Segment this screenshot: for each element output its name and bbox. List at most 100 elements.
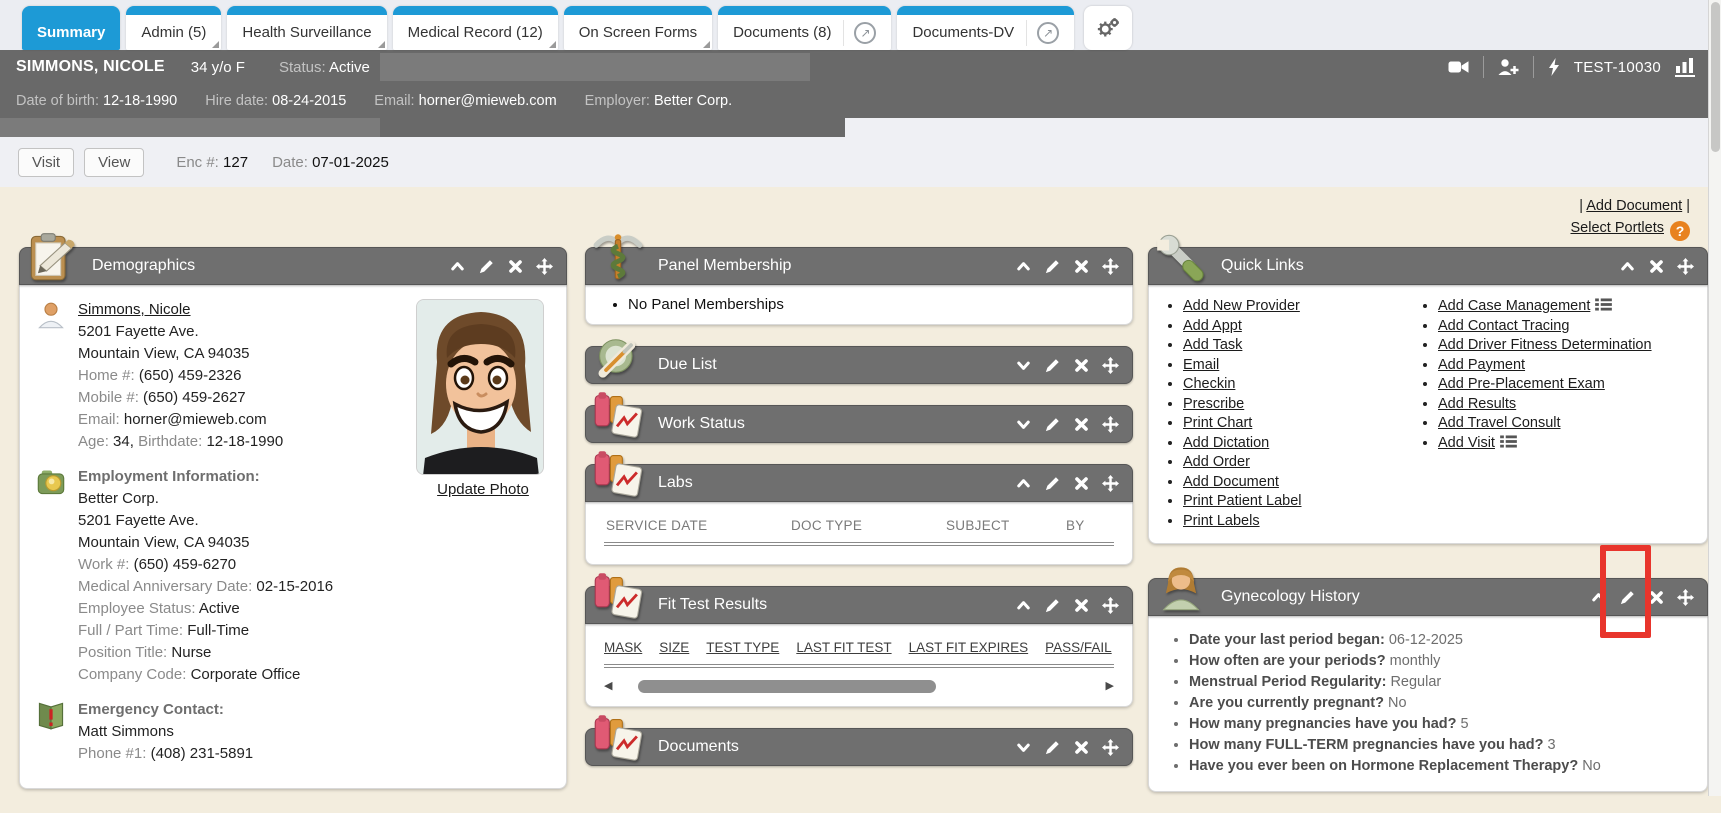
vertical-scrollbar-thumb[interactable] xyxy=(1711,2,1720,152)
select-portlets-link[interactable]: Select Portlets xyxy=(1571,220,1665,236)
edit-button[interactable] xyxy=(1044,475,1061,492)
move-handle[interactable] xyxy=(1102,357,1119,374)
edit-button[interactable] xyxy=(1044,357,1061,374)
add-document-link[interactable]: Add Document xyxy=(1586,198,1682,214)
patient-name-link[interactable]: Simmons, Nicole xyxy=(78,301,191,318)
fit-col-pass-fail[interactable]: PASS/FAIL xyxy=(1045,640,1112,655)
expand-button[interactable] xyxy=(1015,357,1032,374)
tab-on-screen-forms[interactable]: On Screen Forms xyxy=(564,6,712,50)
move-handle[interactable] xyxy=(1102,258,1119,275)
add-contact-tracing-link[interactable]: Add Contact Tracing xyxy=(1438,318,1569,334)
close-button[interactable] xyxy=(1073,597,1090,614)
help-icon[interactable]: ? xyxy=(1670,221,1690,241)
expand-button[interactable] xyxy=(1015,416,1032,433)
quick-links-col2: Add Case Management Add Contact Tracing … xyxy=(1410,297,1700,531)
scroll-right-icon[interactable]: ▶ xyxy=(1106,678,1114,694)
fit-col-mask[interactable]: MASK xyxy=(604,640,642,655)
labs-col-by: BY xyxy=(1066,518,1112,533)
move-handle[interactable] xyxy=(1677,589,1694,606)
add-person-icon[interactable] xyxy=(1498,58,1519,76)
print-chart-link[interactable]: Print Chart xyxy=(1183,415,1252,431)
portlet-quick-links: Quick Links Add New Provider Add Appt Ad… xyxy=(1148,247,1708,544)
print-labels-link[interactable]: Print Labels xyxy=(1183,513,1260,529)
scroll-left-icon[interactable]: ◀ xyxy=(604,678,612,694)
add-appt-link[interactable]: Add Appt xyxy=(1183,318,1242,334)
edit-button[interactable] xyxy=(1044,416,1061,433)
list-grid-icon[interactable] xyxy=(1500,435,1517,448)
print-patient-label-link[interactable]: Print Patient Label xyxy=(1183,493,1302,509)
close-button[interactable] xyxy=(1073,357,1090,374)
add-driver-fitness-link[interactable]: Add Driver Fitness Determination xyxy=(1438,337,1652,353)
answer: 5 xyxy=(1461,716,1469,732)
fit-col-last-fit-expires[interactable]: LAST FIT EXPIRES xyxy=(909,640,1029,655)
add-dictation-link[interactable]: Add Dictation xyxy=(1183,435,1269,451)
add-order-link[interactable]: Add Order xyxy=(1183,454,1250,470)
edit-button[interactable] xyxy=(1044,258,1061,275)
move-icon xyxy=(1102,475,1119,492)
move-handle[interactable] xyxy=(536,258,553,275)
patient-age-sex: 34 y/o F xyxy=(191,59,245,76)
email-value: horner@mieweb.com xyxy=(124,411,267,428)
add-travel-consult-link[interactable]: Add Travel Consult xyxy=(1438,415,1561,431)
popout-arrow-icon[interactable]: ↗ xyxy=(854,22,876,44)
visit-button[interactable]: Visit xyxy=(18,148,74,177)
video-call-icon[interactable] xyxy=(1448,60,1469,74)
view-button[interactable]: View xyxy=(84,148,144,177)
tab-admin[interactable]: Admin (5) xyxy=(126,6,221,50)
horizontal-scrollbar[interactable]: ◀ ▶ xyxy=(604,678,1114,694)
prescribe-link[interactable]: Prescribe xyxy=(1183,396,1244,412)
move-handle[interactable] xyxy=(1102,416,1119,433)
add-document-link[interactable]: Add Document xyxy=(1183,474,1279,490)
close-button[interactable] xyxy=(1073,475,1090,492)
close-button[interactable] xyxy=(1648,258,1665,275)
tab-health-surveillance[interactable]: Health Surveillance xyxy=(227,6,386,50)
add-visit-link[interactable]: Add Visit xyxy=(1438,435,1495,451)
portlet-title: Documents xyxy=(658,738,739,756)
close-button[interactable] xyxy=(1073,258,1090,275)
collapse-button[interactable] xyxy=(1619,258,1636,275)
list-item: Add Document xyxy=(1183,473,1410,493)
add-case-management-link[interactable]: Add Case Management xyxy=(1438,298,1590,314)
edit-button[interactable] xyxy=(1044,597,1061,614)
collapse-button[interactable] xyxy=(1015,475,1032,492)
scrollbar-track[interactable] xyxy=(618,680,1099,693)
fit-col-size[interactable]: SIZE xyxy=(659,640,689,655)
list-grid-icon[interactable] xyxy=(1595,298,1612,311)
collapse-button[interactable] xyxy=(1015,597,1032,614)
add-task-link[interactable]: Add Task xyxy=(1183,337,1242,353)
move-handle[interactable] xyxy=(1102,475,1119,492)
question: Have you ever been on Hormone Replacemen… xyxy=(1189,758,1578,774)
list-item: Email xyxy=(1183,356,1410,376)
add-results-link[interactable]: Add Results xyxy=(1438,396,1516,412)
edit-button[interactable] xyxy=(1044,739,1061,756)
add-pre-placement-exam-link[interactable]: Add Pre-Placement Exam xyxy=(1438,376,1605,392)
close-button[interactable] xyxy=(1073,416,1090,433)
scrollbar-thumb[interactable] xyxy=(638,680,936,693)
move-handle[interactable] xyxy=(1677,258,1694,275)
lightning-bolt-icon[interactable] xyxy=(1548,58,1560,76)
tab-medical-record[interactable]: Medical Record (12) xyxy=(393,6,558,50)
tab-settings-button[interactable] xyxy=(1084,6,1132,50)
flowsheet-button[interactable] xyxy=(1675,57,1695,77)
fit-col-test-type[interactable]: TEST TYPE xyxy=(706,640,779,655)
collapse-button[interactable] xyxy=(1015,258,1032,275)
vertical-scrollbar[interactable] xyxy=(1708,0,1721,796)
tab-documents[interactable]: Documents (8)↗ xyxy=(718,6,891,50)
checkin-link[interactable]: Checkin xyxy=(1183,376,1235,392)
add-payment-link[interactable]: Add Payment xyxy=(1438,357,1525,373)
fit-col-last-fit-test[interactable]: LAST FIT TEST xyxy=(796,640,891,655)
edit-button[interactable] xyxy=(478,258,495,275)
position-title-value: Nurse xyxy=(171,644,211,661)
email-link[interactable]: Email xyxy=(1183,357,1219,373)
expand-button[interactable] xyxy=(1015,739,1032,756)
move-handle[interactable] xyxy=(1102,739,1119,756)
tab-documents-dv[interactable]: Documents-DV↗ xyxy=(897,6,1074,50)
collapse-button[interactable] xyxy=(449,258,466,275)
close-button[interactable] xyxy=(1073,739,1090,756)
tab-summary[interactable]: Summary xyxy=(22,6,120,50)
popout-arrow-icon[interactable]: ↗ xyxy=(1037,22,1059,44)
move-handle[interactable] xyxy=(1102,597,1119,614)
emergency-name: Matt Simmons xyxy=(78,721,550,743)
add-new-provider-link[interactable]: Add New Provider xyxy=(1183,298,1300,314)
close-button[interactable] xyxy=(507,258,524,275)
